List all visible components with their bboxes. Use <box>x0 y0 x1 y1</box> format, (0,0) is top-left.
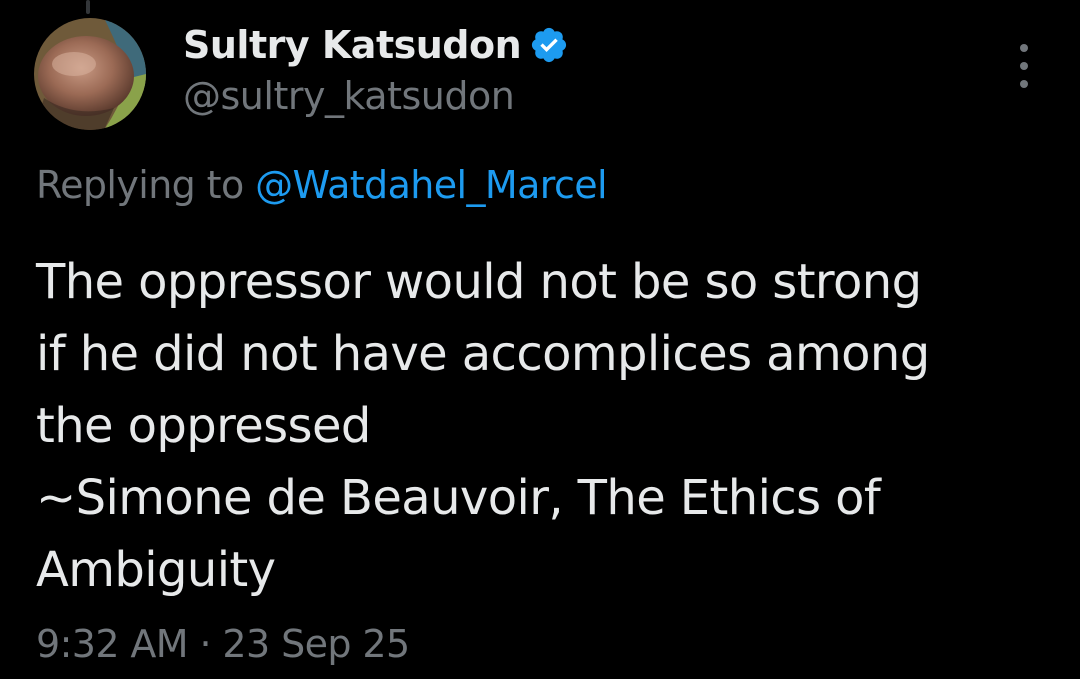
avatar[interactable] <box>34 18 146 130</box>
replying-to-label: Replying to <box>36 163 256 207</box>
tweet-text-line: the oppressed <box>36 398 371 454</box>
thread-connector-line <box>86 0 90 14</box>
tweet-text-line: if he did not have accomplices among <box>36 326 930 382</box>
replying-to: Replying to @Watdahel_Marcel <box>36 163 608 207</box>
more-options-icon <box>1020 44 1028 52</box>
user-handle[interactable]: @sultry_katsudon <box>183 74 569 118</box>
more-options-icon-dot <box>1020 62 1028 70</box>
more-options-icon-dot <box>1020 80 1028 88</box>
reply-mention-link[interactable]: @Watdahel_Marcel <box>255 163 607 207</box>
tweet-header: Sultry Katsudon @sultry_katsudon <box>183 20 569 118</box>
avatar-image <box>34 18 146 130</box>
tweet-text-line: Ambiguity <box>36 542 276 598</box>
display-name[interactable]: Sultry Katsudon <box>183 23 522 67</box>
verified-badge-icon <box>529 25 569 65</box>
tweet-timestamp[interactable]: 9:32 AM · 23 Sep 25 <box>36 622 410 666</box>
tweet-text: The oppressor would not be so strong if … <box>36 246 1046 606</box>
more-options-button[interactable] <box>1006 44 1042 88</box>
tweet-text-line: The oppressor would not be so strong <box>36 254 922 310</box>
tweet-text-line: ~Simone de Beauvoir, The Ethics of <box>36 470 881 526</box>
name-row: Sultry Katsudon <box>183 20 569 70</box>
